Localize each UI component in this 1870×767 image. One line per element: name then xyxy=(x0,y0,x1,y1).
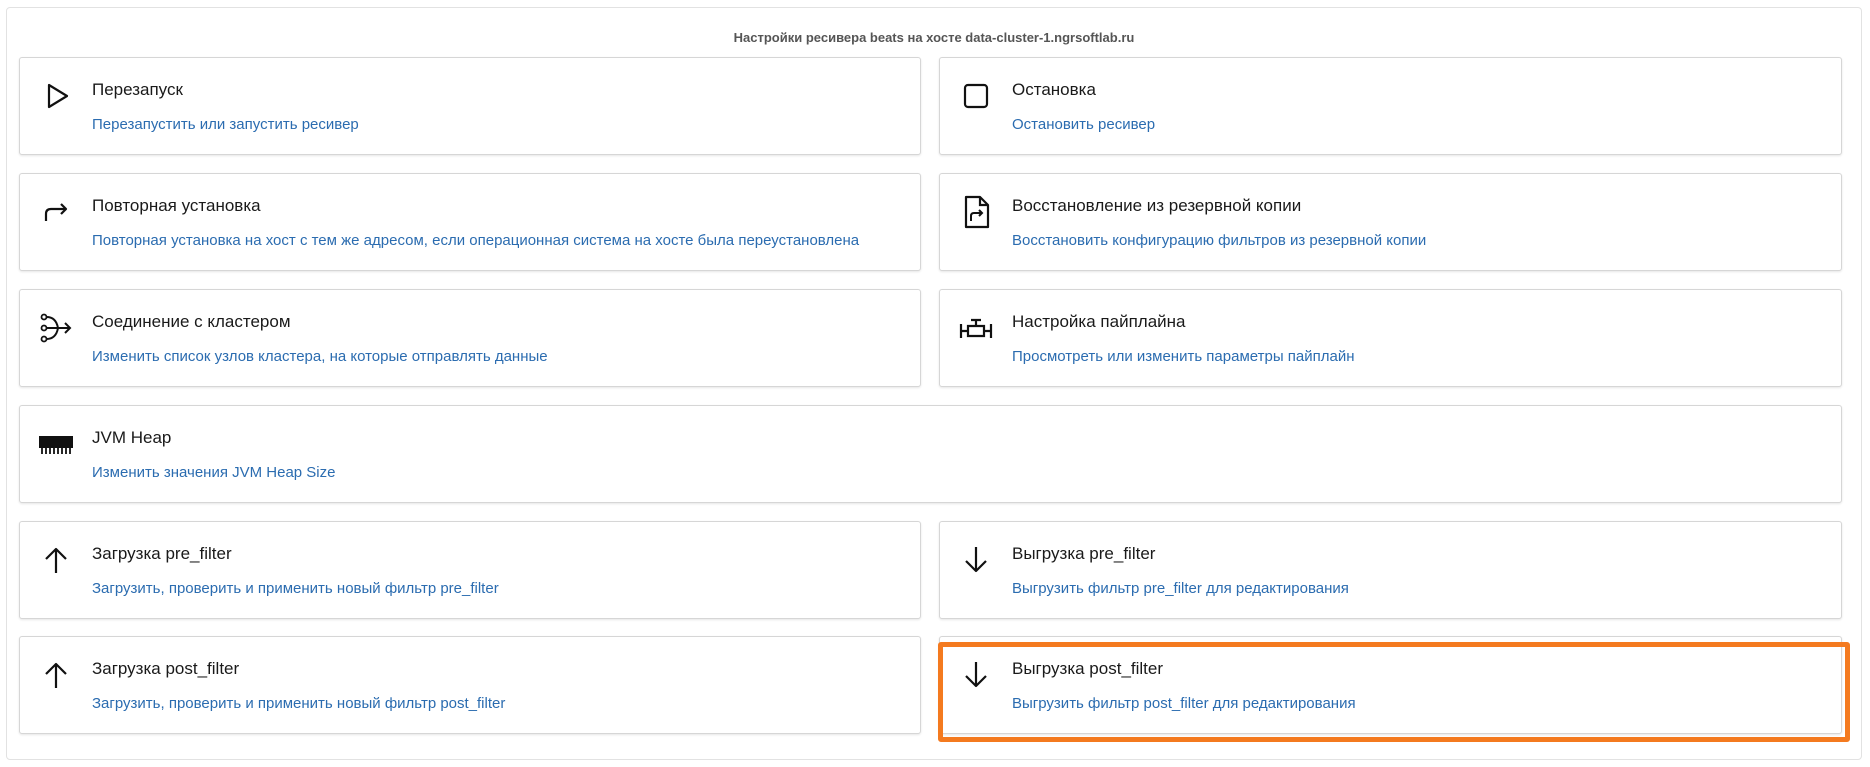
panel-title: Настройки ресивера beats на хосте data-c… xyxy=(733,30,1135,45)
card-title: Выгрузка post_filter xyxy=(1012,659,1164,678)
arrow-up-icon xyxy=(38,542,74,578)
pipeline-settings-card[interactable]: Настройка пайплайна Просмотреть или изме… xyxy=(939,289,1842,387)
card-description: Повторная установка на хост с тем же адр… xyxy=(92,232,860,249)
card-title: Загрузка pre_filter xyxy=(92,544,232,563)
stop-icon xyxy=(958,78,994,114)
restart-card[interactable]: Перезапуск Перезапустить или запустить р… xyxy=(19,57,921,155)
card-title: Соединение с кластером xyxy=(92,312,291,331)
card-title: Выгрузка pre_filter xyxy=(1012,544,1156,563)
arrow-down-icon xyxy=(958,657,994,693)
arrow-down-icon xyxy=(958,542,994,578)
download-pre-filter-card[interactable]: Выгрузка pre_filter Выгрузить фильтр pre… xyxy=(939,521,1842,619)
merge-nodes-icon xyxy=(38,310,74,346)
redo-arrow-icon xyxy=(38,194,74,230)
card-title: Повторная установка xyxy=(92,196,261,215)
download-post-filter-card[interactable]: Выгрузка post_filter Выгрузить фильтр po… xyxy=(939,636,1842,734)
card-title: Перезапуск xyxy=(92,80,183,99)
card-description: Перезапустить или запустить ресивер xyxy=(92,116,359,133)
card-title: Восстановление из резервной копии xyxy=(1012,196,1302,215)
card-description: Изменить значения JVM Heap Size xyxy=(92,464,336,481)
restore-backup-card[interactable]: Восстановление из резервной копии Восста… xyxy=(939,173,1842,271)
stop-card[interactable]: Остановка Остановить ресивер xyxy=(939,57,1842,155)
card-description: Выгрузить фильтр pre_filter для редактир… xyxy=(1012,580,1349,597)
arrow-up-icon xyxy=(38,657,74,693)
pipeline-valve-icon xyxy=(958,310,994,346)
upload-pre-filter-card[interactable]: Загрузка pre_filter Загрузить, проверить… xyxy=(19,521,921,619)
card-title: Остановка xyxy=(1012,80,1096,99)
card-title: Загрузка post_filter xyxy=(92,659,240,678)
card-description: Остановить ресивер xyxy=(1012,116,1156,133)
file-restore-icon xyxy=(958,194,994,230)
cluster-connection-card[interactable]: Соединение с кластером Изменить список у… xyxy=(19,289,921,387)
memory-chip-icon xyxy=(38,426,74,462)
card-description: Изменить список узлов кластера, на котор… xyxy=(92,348,548,365)
upload-post-filter-card[interactable]: Загрузка post_filter Загрузить, проверит… xyxy=(19,636,921,734)
card-title: JVM Heap xyxy=(92,428,172,447)
jvm-heap-card[interactable]: JVM Heap Изменить значения JVM Heap Size xyxy=(19,405,1842,503)
card-description: Загрузить, проверить и применить новый ф… xyxy=(92,580,499,597)
card-description: Выгрузить фильтр post_filter для редакти… xyxy=(1012,695,1356,712)
card-description: Загрузить, проверить и применить новый ф… xyxy=(92,695,506,712)
reinstall-card[interactable]: Повторная установка Повторная установка … xyxy=(19,173,921,271)
card-description: Просмотреть или изменить параметры пайпл… xyxy=(1012,348,1355,365)
card-description: Восстановить конфигурацию фильтров из ре… xyxy=(1012,232,1427,249)
play-icon xyxy=(38,78,74,114)
card-title: Настройка пайплайна xyxy=(1012,312,1186,331)
